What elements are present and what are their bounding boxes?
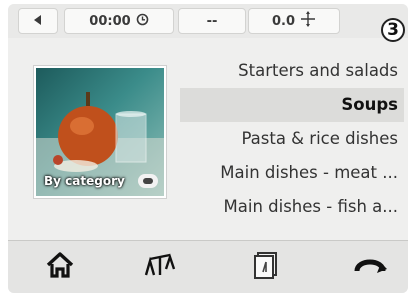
- turbo-icon: [353, 253, 387, 281]
- recipe-book-button[interactable]: [244, 249, 288, 285]
- category-label-bar: By category: [36, 168, 164, 194]
- scale-icon: [143, 251, 177, 283]
- arrow-left-icon: [34, 14, 42, 29]
- bottom-toolbar: [8, 240, 408, 293]
- list-item-main-meat[interactable]: Main dishes - meat ...: [180, 156, 404, 190]
- turbo-button[interactable]: [348, 249, 392, 285]
- step-badge: 3: [381, 18, 405, 42]
- weight-value: 0.0: [271, 13, 296, 29]
- timer-display[interactable]: 00:00: [64, 8, 174, 34]
- scale-arrows-icon: [300, 11, 316, 31]
- toggle-icon[interactable]: [138, 174, 158, 188]
- status-bar: 00:00 -- 0.0: [8, 4, 408, 38]
- list-item-pasta-rice[interactable]: Pasta & rice dishes: [180, 122, 404, 156]
- category-image[interactable]: By category: [34, 66, 166, 198]
- clock-icon: [136, 13, 149, 30]
- recipe-book-icon: [251, 250, 281, 284]
- temperature-value: --: [206, 13, 218, 29]
- device-screen: 00:00 -- 0.0 3 By category Starters and …: [8, 4, 408, 293]
- list-item-starters[interactable]: Starters and salads: [180, 54, 404, 88]
- recipe-category-list: Starters and salads Soups Pasta & rice d…: [180, 54, 404, 224]
- back-button[interactable]: [18, 8, 58, 34]
- list-item-main-fish[interactable]: Main dishes - fish a...: [180, 190, 404, 224]
- timer-value: 00:00: [89, 13, 131, 29]
- weight-display[interactable]: 0.0: [248, 8, 340, 34]
- home-icon: [45, 251, 75, 283]
- category-label: By category: [44, 174, 125, 188]
- list-item-soups[interactable]: Soups: [180, 88, 404, 122]
- home-button[interactable]: [38, 249, 82, 285]
- scale-button[interactable]: [138, 249, 182, 285]
- temperature-display[interactable]: --: [178, 8, 246, 34]
